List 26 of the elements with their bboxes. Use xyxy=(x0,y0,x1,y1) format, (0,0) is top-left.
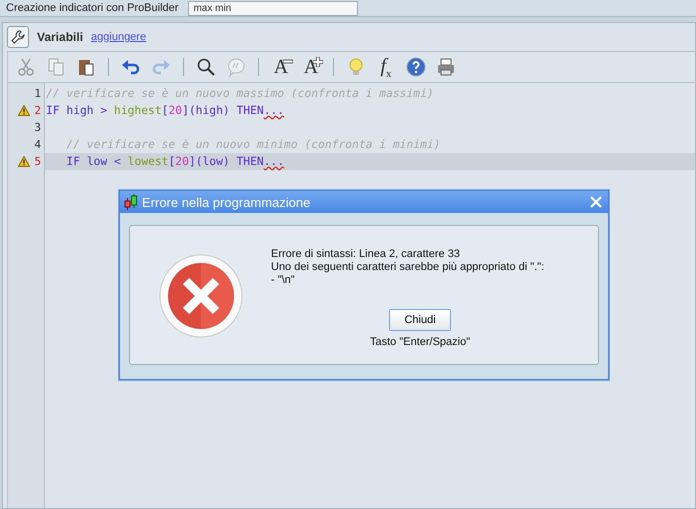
line-number: 1 xyxy=(34,87,41,100)
line-number: 3 xyxy=(34,121,41,134)
wrench-icon[interactable] xyxy=(7,26,29,48)
help-icon[interactable] xyxy=(404,55,428,79)
line-number: 4 xyxy=(34,138,41,151)
error-message: Errore di sintassi: Linea 2, carattere 33 xyxy=(271,248,461,261)
line-number: 2 xyxy=(34,104,41,117)
font-smaller-button[interactable]: A xyxy=(269,55,293,79)
code-line: // verificare se è un nuovo minimo (confronta i minimi) xyxy=(65,137,442,153)
function-button[interactable]: f$_{x}$ xyxy=(374,55,398,79)
font-larger-button[interactable]: A xyxy=(299,55,323,79)
code-line: IF high > highest[20](high) THEN... xyxy=(45,103,286,119)
error-message: Uno dei seguenti caratteri sarebbe più appropriato di ".": xyxy=(271,261,544,274)
close-icon[interactable] xyxy=(588,194,604,210)
line-number: 5 xyxy=(34,155,41,168)
add-link[interactable]: aggiungere xyxy=(91,31,146,43)
shortcut-hint: Tasto "Enter/Spazio" xyxy=(370,336,470,348)
variables-label: Variabili xyxy=(37,30,84,44)
window-title: Creazione indicatori con ProBuilder xyxy=(6,2,178,14)
error-icon xyxy=(159,254,243,338)
name-field[interactable]: max min xyxy=(188,0,358,16)
code-line: // verificare se è un nuovo massimo (confronta i massimi) xyxy=(45,86,435,102)
error-message: - "\n" xyxy=(271,274,296,287)
candlestick-icon xyxy=(124,194,138,210)
dialog-title: Errore nella programmazione xyxy=(142,194,312,210)
close-button[interactable]: Chiudi xyxy=(389,309,452,331)
